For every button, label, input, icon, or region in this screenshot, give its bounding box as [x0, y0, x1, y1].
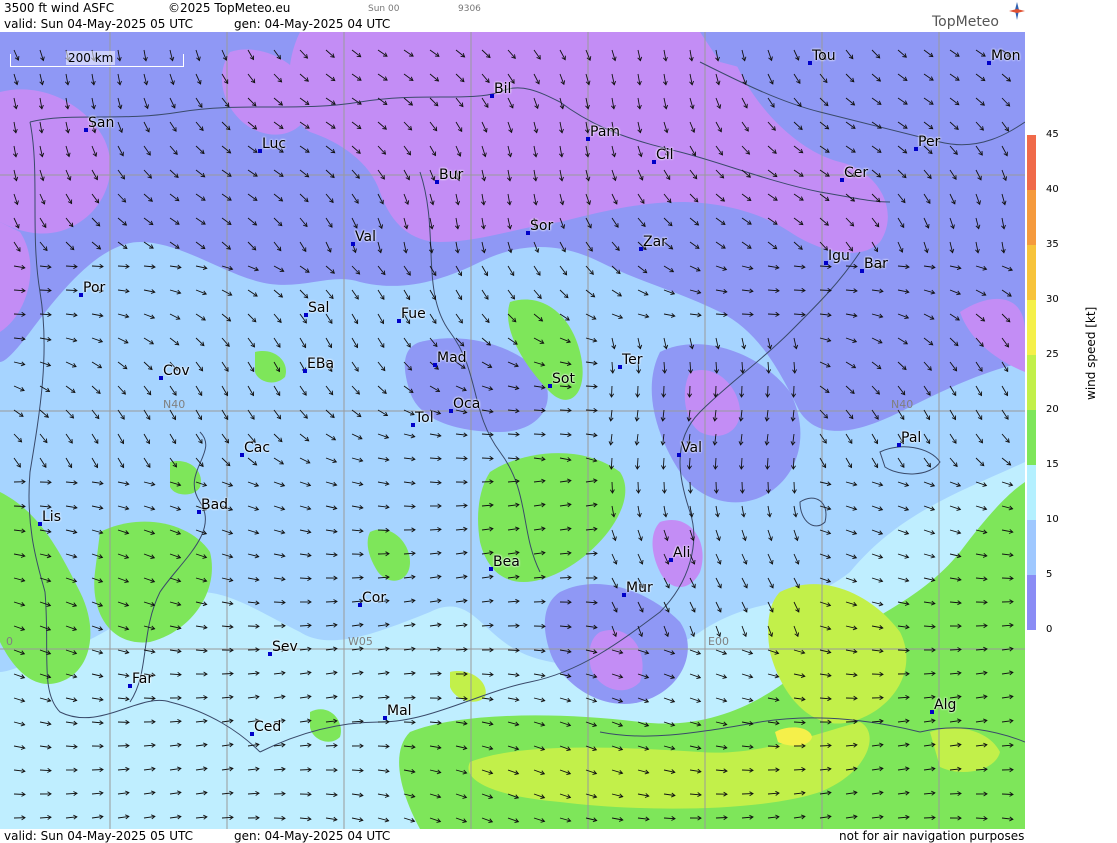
legend-color-step: [1027, 575, 1036, 630]
city-label: Mon: [991, 48, 1021, 64]
city-label: Oca: [453, 396, 481, 412]
city-label: Zar: [643, 234, 667, 250]
legend-tick-label: 5: [1046, 569, 1053, 580]
grid-label-w05: W05: [348, 635, 373, 648]
city-label: Per: [918, 134, 941, 150]
grid-label-e00: E00: [708, 635, 729, 648]
city-label: Bil: [494, 81, 512, 97]
city-label: Cil: [656, 147, 674, 163]
city-label: Val: [681, 440, 702, 456]
city-label: Sal: [308, 300, 330, 316]
city-label: Ter: [622, 352, 643, 368]
legend-tick-label: 10: [1046, 514, 1059, 525]
legend-color-step: [1027, 135, 1036, 190]
city-label: Igu: [828, 248, 850, 264]
legend-tick-label: 30: [1046, 294, 1059, 305]
legend-tick-label: 40: [1046, 184, 1059, 195]
city-label: San: [88, 115, 115, 131]
grid-label-w10: 0: [6, 635, 13, 648]
city-label: Mal: [387, 703, 412, 719]
city-label: Lis: [42, 509, 61, 525]
city-label: Sev: [272, 639, 298, 655]
city-label: Mur: [626, 580, 653, 596]
legend-tick-label: 35: [1046, 239, 1059, 250]
legend-tick-label: 15: [1046, 459, 1059, 470]
wind-map[interactable]: 200 km N40 N40 W05 E00 0 San Luc Bil Pam Tou…: [0, 32, 1025, 829]
footer-valid-time: valid: Sun 04-May-2025 05 UTC: [4, 829, 193, 843]
legend-colorbar: [1027, 135, 1036, 630]
legend-panel: [1025, 32, 1117, 829]
city-label: Val: [355, 229, 376, 245]
city-label: Fue: [401, 306, 426, 322]
city-label: Mad: [437, 350, 467, 366]
city-label: Bad: [201, 497, 229, 513]
legend-color-step: [1027, 355, 1036, 410]
city-label: Cer: [844, 165, 869, 181]
legend-color-step: [1027, 245, 1036, 300]
city-label: Ced: [254, 719, 282, 735]
grid-label-n40-right: N40: [891, 398, 914, 411]
run-code-text: 9306: [458, 4, 481, 14]
grid-label-n40-left: N40: [163, 398, 186, 411]
city-label: Cor: [362, 590, 387, 606]
city-label: Bar: [864, 256, 888, 272]
city-label: Bur: [439, 167, 464, 183]
legend-color-step: [1027, 410, 1036, 465]
city-label: Sor: [530, 218, 554, 234]
legend-tick-label: 0: [1046, 624, 1053, 635]
legend-color-step: [1027, 300, 1036, 355]
footer-disclaimer: not for air navigation purposes: [839, 829, 1025, 843]
compass-star-icon: [1009, 2, 1025, 20]
city-label: Alg: [934, 697, 957, 713]
city-label: Por: [83, 280, 106, 296]
copyright-text: ©2025 TopMeteo.eu: [168, 1, 291, 15]
city-label: Cac: [244, 440, 271, 456]
legend-tick-label: 45: [1046, 129, 1059, 140]
legend-tick-label: 20: [1046, 404, 1059, 415]
map-title: 3500 ft wind ASFC: [4, 1, 115, 15]
legend-color-step: [1027, 190, 1036, 245]
city-label: Tol: [415, 410, 434, 426]
city-label: Bea: [493, 554, 520, 570]
legend-color-step: [1027, 465, 1036, 520]
city-label: Far: [132, 671, 154, 687]
city-label: Ali: [673, 545, 691, 561]
valid-time: valid: Sun 04-May-2025 05 UTC: [4, 17, 193, 31]
scale-bar-label: 200 km: [66, 51, 116, 65]
legend-color-step: [1027, 520, 1036, 575]
city-label: Pal: [901, 430, 922, 446]
city-label: Luc: [262, 136, 287, 152]
run-day-text: Sun 00: [368, 4, 400, 14]
wind-map-canvas: [0, 32, 1025, 829]
legend-title: wind speed [kt]: [1084, 306, 1098, 400]
city-label: Cov: [163, 363, 190, 379]
topmeteo-logo[interactable]: TopMeteo: [932, 14, 999, 30]
city-label: Tou: [812, 48, 836, 64]
legend-tick-label: 25: [1046, 349, 1059, 360]
city-label: Pam: [590, 124, 621, 140]
generated-time: gen: 04-May-2025 04 UTC: [234, 17, 391, 31]
footer-generated-time: gen: 04-May-2025 04 UTC: [234, 829, 391, 843]
city-label: EBa: [307, 356, 335, 372]
city-label: Sot: [552, 371, 575, 387]
